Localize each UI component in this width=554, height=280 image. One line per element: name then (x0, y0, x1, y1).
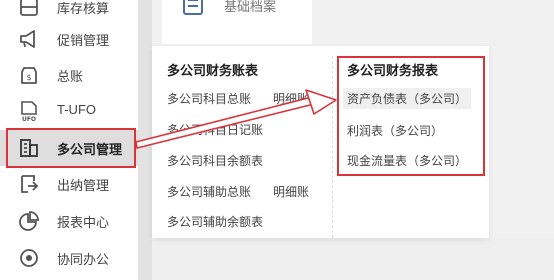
sidebar-gap (138, 0, 152, 280)
ufo-doc-icon: UFO (21, 101, 37, 122)
menu-link-subject-general-ledger[interactable]: 多公司科目总账 (167, 90, 251, 107)
inventory-icon (20, 0, 38, 16)
collab-icon (20, 249, 38, 267)
sidebar-item-report-center[interactable]: 报表中心 (0, 203, 138, 239)
sidebar-item-label: 促销管理 (57, 33, 110, 48)
annotation-box-sidebar (6, 128, 136, 168)
sidebar-item-label: 报表中心 (57, 215, 110, 230)
basic-archive-card[interactable]: 基础档案 (162, 0, 312, 44)
menu-divider (332, 56, 333, 238)
cashier-icon (21, 175, 39, 193)
document-icon (183, 0, 203, 15)
sidebar-item-cashier[interactable]: 出纳管理 (0, 166, 138, 202)
sidebar-item-collaboration[interactable]: 协同办公 (0, 240, 138, 276)
megaphone-icon (20, 30, 35, 48)
svg-text:$: $ (26, 73, 31, 82)
sidebar-item-label: 协同办公 (57, 252, 110, 267)
sidebar-item-promotion[interactable]: 促销管理 (0, 21, 138, 57)
menu-heading-financial-books: 多公司财务账表 (167, 63, 259, 78)
svg-text:UFO: UFO (22, 116, 36, 122)
pie-chart-icon (19, 211, 39, 231)
sidebar-item-label: 出纳管理 (57, 178, 110, 193)
menu-link-subject-detail-ledger[interactable]: 明细账 (273, 90, 309, 107)
menu-link-auxiliary-balance[interactable]: 多公司辅助余额表 (167, 213, 263, 230)
content-bottom (152, 238, 554, 280)
sidebar-item-label: 库存核算 (57, 1, 110, 16)
annotation-box-reports (337, 56, 485, 176)
sidebar-item-label: 总账 (57, 69, 84, 84)
ledger-coin-icon: $ (21, 67, 37, 84)
menu-link-subject-journal[interactable]: 多公司科目日记账 (167, 121, 263, 138)
menu-link-auxiliary-general-ledger[interactable]: 多公司辅助总账 (167, 183, 251, 200)
basic-archive-label: 基础档案 (224, 0, 277, 14)
menu-link-subject-balance[interactable]: 多公司科目余额表 (167, 152, 263, 169)
sidebar-item-label: T-UFO (57, 102, 96, 117)
menu-link-auxiliary-detail-ledger[interactable]: 明细账 (273, 183, 309, 200)
sidebar-item-general-ledger[interactable]: $ 总账 (0, 57, 138, 93)
sidebar-item-t-ufo[interactable]: UFO T-UFO (0, 93, 138, 129)
